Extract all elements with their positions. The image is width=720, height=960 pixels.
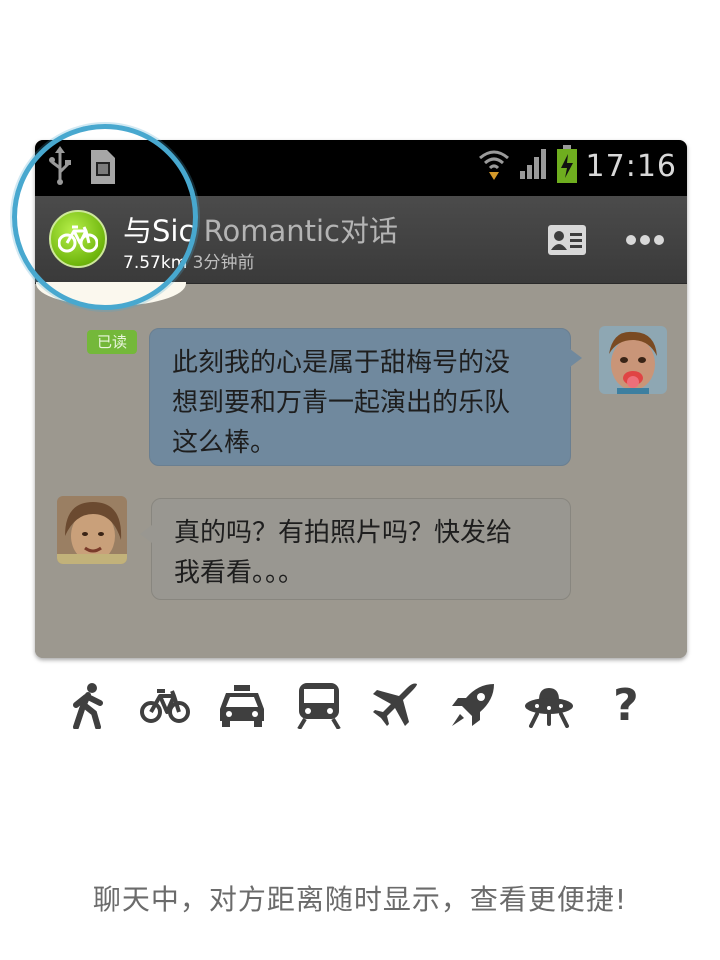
my-avatar[interactable] [599,326,667,394]
message-line: 我看看。。。 [174,558,305,588]
outgoing-message[interactable]: 此刻我的心是属于甜梅号的没 想到要和万青一起演出的乐队 这么棒。 [149,328,582,466]
bicycle-icon [139,680,191,732]
chat-area[interactable]: 已读 此刻我的心是属于甜梅号的没 想到要和万青一起演出的乐队 这么棒。 真的吗？… [35,284,687,658]
rocket-icon [446,680,498,732]
caption-text: 聊天中，对方距离随时显示，查看更便捷! [92,883,628,916]
read-status-badge: 已读 [87,330,137,354]
magnifier-ring [12,124,198,310]
walk-icon [62,680,114,732]
contact-avatar[interactable] [57,496,127,564]
more-icon[interactable] [625,232,665,251]
battery-charging-icon [556,144,578,188]
train-icon [293,680,345,732]
contact-card-icon[interactable] [547,224,587,260]
question-icon: ? [600,680,652,732]
message-line: 想到要和万青一起演出的乐队 [172,388,511,418]
ufo-icon [523,680,575,732]
airplane-icon [369,680,421,732]
question-mark: ? [613,680,639,731]
transport-mode-bar: ? [62,680,652,732]
incoming-message[interactable]: 真的吗？有拍照片吗？快发给 我看看。。。 [140,498,571,600]
time-ago-label: 3分钟前 [192,253,255,273]
chat-title-rest: Romantic对话 [203,214,399,248]
wifi-icon [478,146,510,186]
message-line: 此刻我的心是属于甜梅号的没 [172,348,511,378]
status-time: 17:16 [585,148,677,184]
car-icon [216,680,268,732]
signal-icon [518,147,548,185]
message-line: 真的吗？有拍照片吗？快发给 [174,518,513,548]
message-line: 这么棒。 [172,428,277,458]
